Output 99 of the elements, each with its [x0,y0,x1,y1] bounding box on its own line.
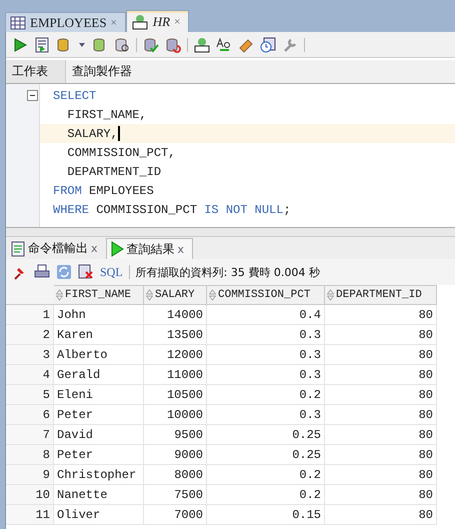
table-cell: Christopher [54,465,144,485]
editor-tab[interactable]: HR × [126,10,190,32]
table-cell: 13500 [144,325,207,345]
database-search-icon[interactable] [114,36,130,52]
row-number: 7 [6,425,54,445]
table-cell: 80 [325,465,437,485]
table-cell: 14000 [144,305,207,325]
column-header[interactable]: COMMISSION_PCT [207,285,325,305]
script-icon [11,240,25,256]
table-cell: Oliver [54,505,144,525]
wrench-icon[interactable] [282,36,298,52]
table-cell: 0.2 [207,485,325,505]
table-cell: 0.15 [207,505,325,525]
database-check-icon[interactable] [143,36,159,52]
column-header[interactable]: DEPARTMENT_ID [325,285,437,305]
row-number: 3 [6,345,54,365]
database-undo-icon[interactable] [165,36,181,52]
code-line: FIRST_NAME, [66,108,147,122]
sub-tab[interactable]: 查詢製作器 [66,60,140,83]
table-cell: 0.3 [207,325,325,345]
table-cell: Eleni [54,385,144,405]
printer-icon[interactable] [34,264,50,280]
table-cell: 9000 [144,445,207,465]
table-cell: Peter [54,405,144,425]
table-cell: 8000 [144,465,207,485]
table-cell: 80 [325,345,437,365]
status-text: 所有擷取的資料列: 35 費時 0.004 秒 [136,264,320,280]
column-header[interactable]: SALARY [144,285,207,305]
table-cell: Karen [54,325,144,345]
table-cell: 80 [325,305,437,325]
table-cell: Gerald [54,365,144,385]
column-header[interactable]: FIRST_NAME [54,285,144,305]
table-cell: 80 [325,485,437,505]
table-cell: Alberto [54,345,144,365]
table-cell: 80 [325,505,437,525]
code-line: WHERE COMMISSION_PCT IS NOT NULL; [53,202,291,216]
table-cell: 10500 [144,385,207,405]
row-number: 5 [6,385,54,405]
table-cell: 7000 [144,505,207,525]
collapse-icon[interactable] [27,90,38,101]
row-number: 11 [6,505,54,525]
table-cell: 0.3 [207,345,325,365]
close-icon[interactable]: × [174,16,180,28]
close-icon[interactable]: x [178,242,184,256]
row-number: 9 [6,465,54,485]
row-number: 6 [6,405,54,425]
close-icon[interactable]: x [91,242,98,255]
table-cell: 0.2 [207,465,325,485]
table-cell: 0.3 [207,405,325,425]
tab-label: HR [152,14,170,30]
code-line: DEPARTMENT_ID [66,164,162,178]
row-number: 2 [6,325,54,345]
table-cell: 80 [325,405,437,425]
close-icon[interactable]: × [110,16,117,28]
tab-label: EMPLOYEES [30,14,107,30]
sub-tab[interactable]: 工作表 [6,60,66,83]
delete-icon[interactable] [78,264,94,280]
output-tab[interactable]: 命令檔輸出 x [8,238,106,259]
table-cell: 80 [325,425,437,445]
table-cell: 0.3 [207,365,325,385]
code-line: SELECT [53,88,96,102]
code-editor[interactable]: SELECT FIRST_NAME, SALARY, COMMISSION_PCT, DEPARTMENT_ID FROM EMPLOYEES WHERE COMMISSION_PCT IS NOT NULL; [6,84,455,227]
table-cell: 80 [325,385,437,405]
row-number: 8 [6,445,54,465]
table-cell: 12000 [144,345,207,365]
text-cursor [118,126,120,141]
table-cell: Nanette [54,485,144,505]
script-icon[interactable] [34,36,50,52]
text-case-icon[interactable] [216,36,232,52]
table-cell: 0.4 [207,305,325,325]
table-cell: 80 [325,325,437,345]
table-cell: 9500 [144,425,207,445]
table-cell: 0.2 [207,385,325,405]
editor-tab[interactable]: EMPLOYEES × [5,12,126,32]
tab-label: 查詢結果 [126,240,175,258]
table-icon [10,16,26,30]
sql-link[interactable]: SQL [100,264,123,280]
code-line: SALARY, [66,126,118,140]
table-cell: 80 [325,445,437,465]
table-cell: 11000 [144,365,207,385]
table-cell: John [54,305,144,325]
run-icon[interactable] [12,36,28,52]
eraser-icon[interactable] [238,36,254,52]
table-cell: Peter [54,445,144,465]
table-cell: David [54,425,144,445]
table-cell: 0.25 [207,425,325,445]
code-line: COMMISSION_PCT, [66,146,176,160]
tab-label: 命令檔輸出 [28,240,88,257]
run-icon [110,241,124,257]
output-tab[interactable]: 查詢結果 x [106,238,194,259]
table-cell: 7500 [144,485,207,505]
clock-icon[interactable] [260,36,276,52]
row-number: 10 [6,485,54,505]
table-cell: 10000 [144,405,207,425]
row-number: 4 [6,365,54,385]
table-cell: 80 [325,365,437,385]
table-cell: 0.25 [207,445,325,465]
code-line: FROM EMPLOYEES [53,184,154,198]
row-number: 1 [6,305,54,325]
